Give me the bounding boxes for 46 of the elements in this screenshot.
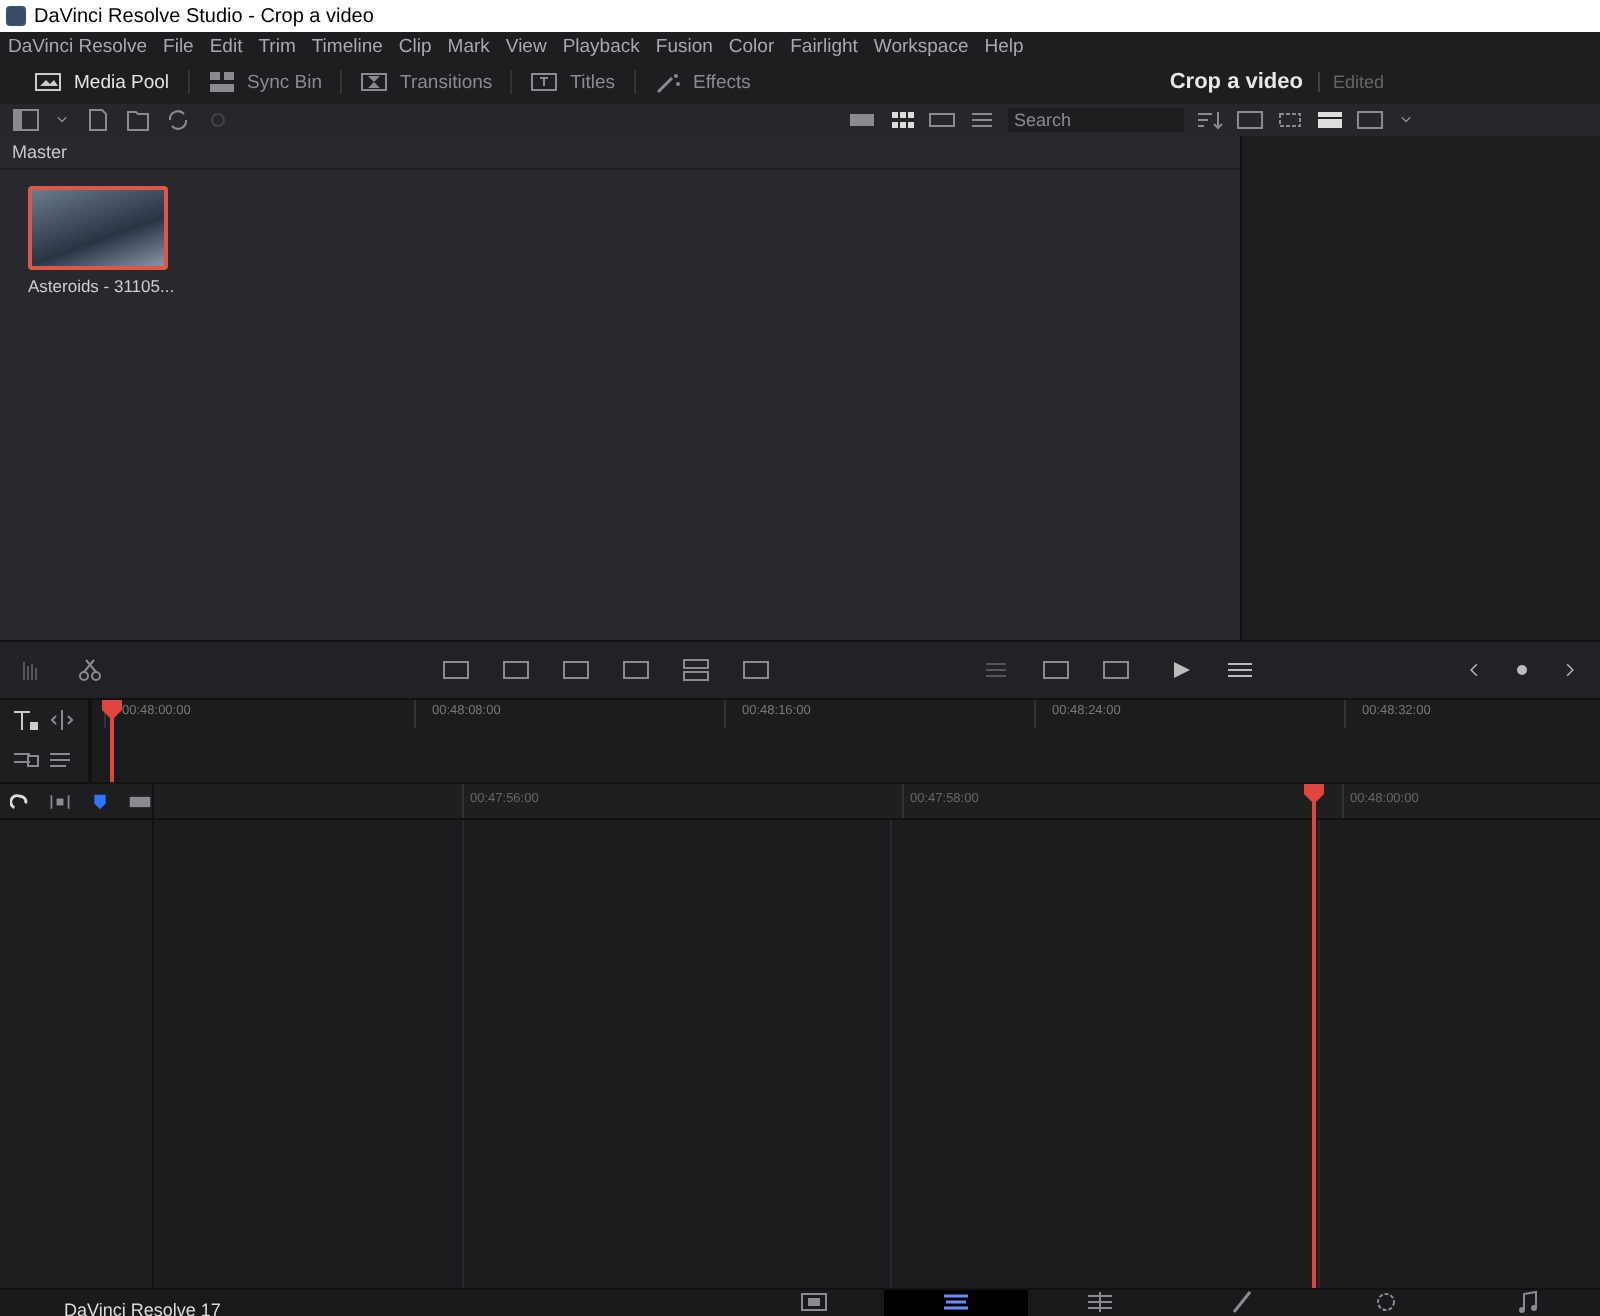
track-lock-icon[interactable] — [12, 708, 40, 732]
menu-item[interactable]: Fusion — [655, 35, 713, 57]
list-view-icon[interactable] — [968, 108, 996, 132]
bin-header: Master — [0, 136, 1240, 170]
playhead-line — [110, 712, 114, 782]
project-status: Edited — [1318, 72, 1384, 92]
magnet-icon[interactable] — [10, 789, 30, 813]
menu-item[interactable]: DaVinci Resolve — [8, 35, 148, 57]
app-logo-icon — [6, 6, 26, 26]
toolbar-button[interactable]: Effects — [635, 70, 769, 94]
sync-icon[interactable] — [164, 108, 192, 132]
toolbar-button[interactable]: Titles — [512, 70, 635, 94]
toolbar-button[interactable]: Media Pool — [16, 70, 190, 94]
toolbar-button[interactable]: Sync Bin — [189, 70, 343, 94]
effects-icon[interactable] — [653, 70, 681, 94]
titles-icon[interactable] — [530, 70, 559, 94]
menu-item[interactable]: Workspace — [873, 35, 969, 57]
music-note-icon[interactable] — [1514, 1290, 1543, 1314]
app-version-label: DaVinci Resolve 17 — [62, 1298, 223, 1316]
sync-bin-icon[interactable] — [207, 70, 236, 94]
transitions-icon[interactable] — [360, 70, 389, 94]
menu-item[interactable]: Color — [728, 35, 775, 57]
search-field[interactable]: Search — [1008, 108, 1184, 132]
thumbnail-view-icon[interactable] — [888, 108, 916, 132]
trim-icon[interactable] — [48, 708, 76, 732]
menu-item[interactable]: Edit — [209, 35, 243, 57]
menu-item[interactable]: Trim — [258, 35, 296, 57]
window-title: DaVinci Resolve Studio - Crop a video — [34, 5, 374, 27]
menu-item[interactable]: Timeline — [311, 35, 383, 57]
menu-item[interactable]: File — [163, 35, 194, 57]
menu-item[interactable]: Help — [984, 35, 1024, 57]
panel-toggle-icon[interactable] — [12, 108, 40, 132]
menu-item[interactable]: Clip — [398, 35, 432, 57]
page-tab[interactable] — [884, 1290, 1028, 1316]
toolbar-button[interactable]: Transitions — [342, 70, 513, 94]
menu-item[interactable]: Playback — [562, 35, 640, 57]
scissors-icon[interactable] — [76, 658, 104, 682]
folder-icon[interactable] — [124, 108, 152, 132]
project-title: Crop a video — [1169, 70, 1303, 94]
new-bin-icon[interactable] — [84, 108, 112, 132]
sort-icon[interactable] — [1196, 108, 1224, 132]
menu-item[interactable]: View — [505, 35, 547, 57]
menu-item[interactable]: Fairlight — [790, 35, 858, 57]
menu-item[interactable]: Mark — [447, 35, 490, 57]
clip-thumbnail[interactable]: Asteroids - 31105... — [28, 186, 175, 296]
media-pool-icon[interactable] — [34, 70, 62, 94]
